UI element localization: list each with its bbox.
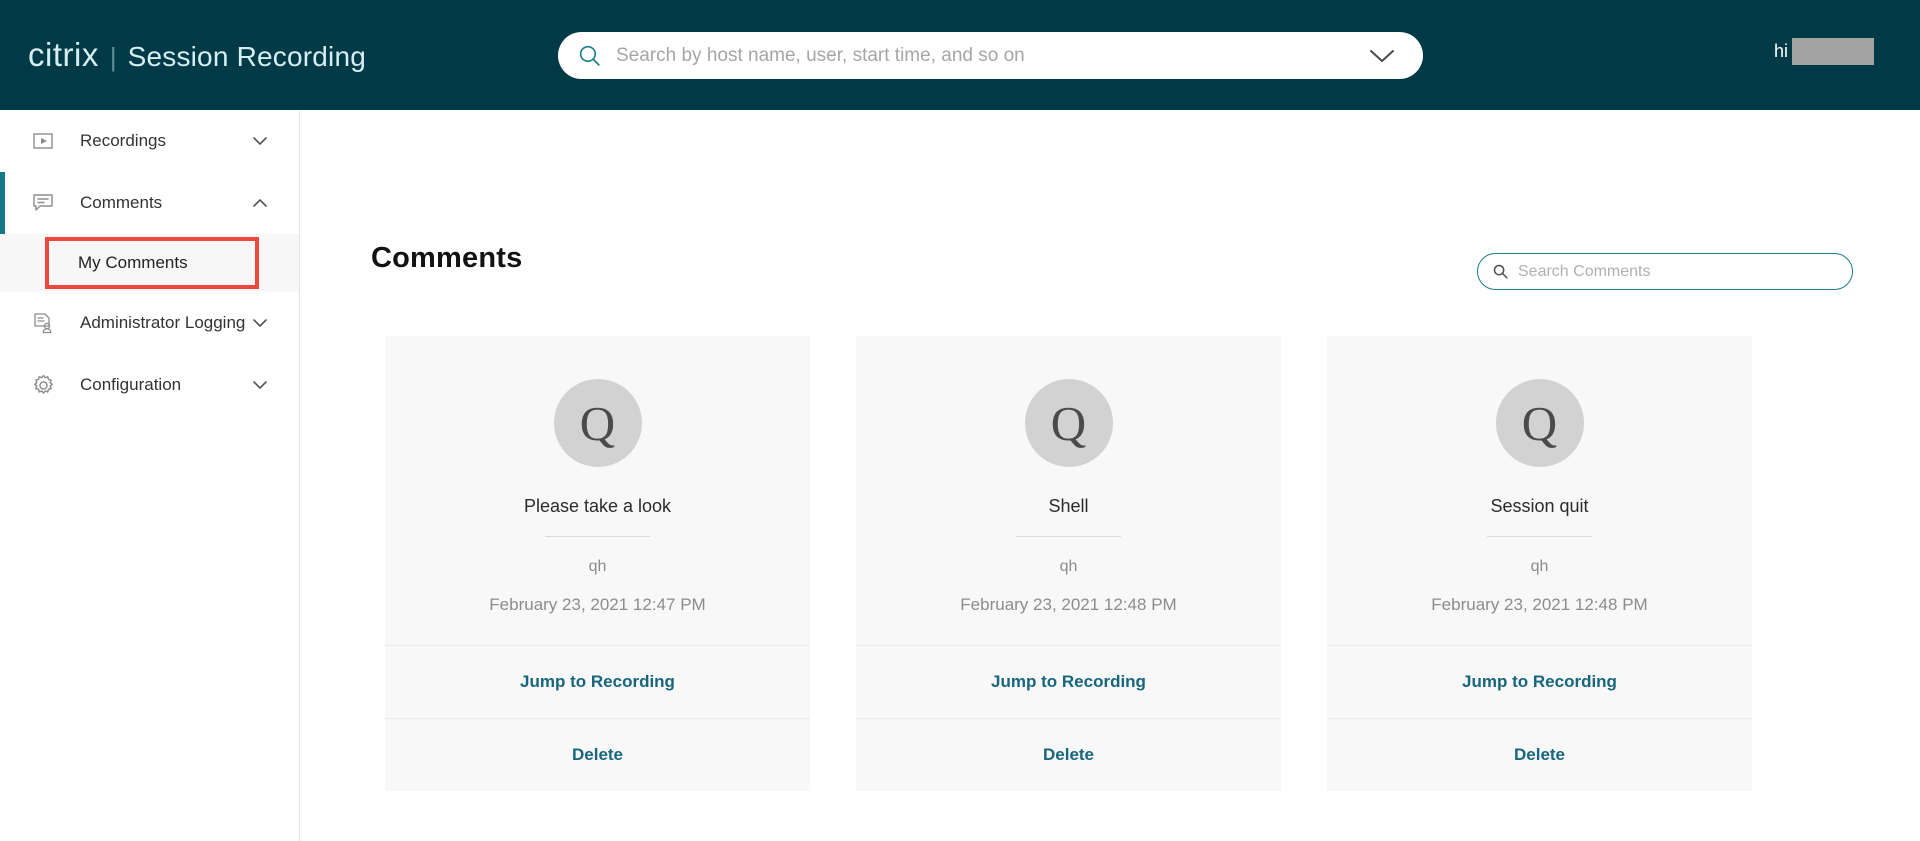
brand-logo[interactable]: citrix | Session Recording bbox=[28, 36, 458, 74]
citrix-wordmark: citrix bbox=[28, 36, 99, 73]
delete-button[interactable]: Delete bbox=[1327, 718, 1752, 791]
username-redacted bbox=[1792, 38, 1874, 65]
comment-title: Session quit bbox=[1490, 496, 1589, 516]
comment-timestamp: February 23, 2021 12:48 PM bbox=[960, 595, 1177, 614]
avatar: Q bbox=[1024, 379, 1113, 467]
comment-timestamp: February 23, 2021 12:47 PM bbox=[489, 595, 706, 614]
chevron-up-icon[interactable] bbox=[251, 197, 269, 209]
avatar: Q bbox=[553, 379, 642, 467]
delete-button[interactable]: Delete bbox=[385, 718, 810, 791]
sidebar-item-my-comments[interactable]: My Comments bbox=[0, 234, 299, 292]
play-video-icon bbox=[30, 128, 56, 154]
jump-to-recording-button[interactable]: Jump to Recording bbox=[385, 645, 810, 718]
comment-card-body: Q Shell qh February 23, 2021 12:48 PM bbox=[856, 336, 1281, 645]
sidebar-item-label: Recordings bbox=[80, 131, 166, 150]
jump-to-recording-button[interactable]: Jump to Recording bbox=[856, 645, 1281, 718]
divider bbox=[1487, 536, 1592, 537]
comment-card-grid: Q Please take a look qh February 23, 202… bbox=[385, 336, 1752, 791]
comment-card-body: Q Session quit qh February 23, 2021 12:4… bbox=[1327, 336, 1752, 645]
sidebar-nav: Recordings Comments My Comments Administ… bbox=[0, 110, 300, 841]
page-title: Comments bbox=[371, 242, 523, 274]
app-header: citrix | Session Recording hi bbox=[0, 0, 1920, 110]
search-icon bbox=[577, 43, 602, 68]
product-name: Session Recording bbox=[127, 41, 367, 72]
comment-timestamp: February 23, 2021 12:48 PM bbox=[1431, 595, 1648, 614]
comment-card-body: Q Please take a look qh February 23, 202… bbox=[385, 336, 810, 645]
sidebar-item-administrator-logging[interactable]: Administrator Logging bbox=[0, 292, 299, 354]
global-search-input[interactable] bbox=[616, 44, 1367, 67]
comment-author: qh bbox=[1059, 558, 1078, 575]
sidebar-item-label: Configuration bbox=[80, 375, 182, 394]
brand-separator: | bbox=[109, 42, 117, 72]
admin-log-icon bbox=[30, 310, 56, 336]
sidebar-item-label: Comments bbox=[80, 193, 163, 212]
jump-to-recording-button[interactable]: Jump to Recording bbox=[1327, 645, 1752, 718]
avatar: Q bbox=[1495, 379, 1584, 467]
gear-icon bbox=[30, 372, 56, 398]
comment-card: Q Session quit qh February 23, 2021 12:4… bbox=[1327, 336, 1752, 791]
chevron-down-icon[interactable] bbox=[251, 379, 269, 391]
comment-title: Shell bbox=[1048, 496, 1089, 516]
chevron-down-icon[interactable] bbox=[251, 317, 269, 329]
chevron-down-icon[interactable] bbox=[251, 135, 269, 147]
comment-title: Please take a look bbox=[523, 496, 672, 516]
comment-search-bar[interactable] bbox=[1477, 253, 1853, 290]
divider bbox=[1016, 536, 1121, 537]
sidebar-item-recordings[interactable]: Recordings bbox=[0, 110, 299, 172]
comment-card: Q Please take a look qh February 23, 202… bbox=[385, 336, 810, 791]
comment-author: qh bbox=[1530, 558, 1549, 575]
main-content: Comments Q Please take a look qh Februar… bbox=[301, 110, 1920, 841]
user-menu[interactable]: hi bbox=[1774, 38, 1874, 65]
active-accent-bar bbox=[0, 172, 5, 234]
sidebar-subitem-label: My Comments bbox=[78, 253, 188, 272]
divider bbox=[545, 536, 650, 537]
sidebar-item-comments[interactable]: Comments bbox=[0, 172, 299, 234]
search-comments-input[interactable] bbox=[1518, 262, 1842, 281]
global-search-bar[interactable] bbox=[558, 32, 1423, 79]
delete-button[interactable]: Delete bbox=[856, 718, 1281, 791]
comment-author: qh bbox=[588, 558, 607, 575]
comment-bubble-icon bbox=[30, 190, 56, 216]
comment-card: Q Shell qh February 23, 2021 12:48 PM Ju… bbox=[856, 336, 1281, 791]
chevron-down-icon[interactable] bbox=[1367, 47, 1397, 65]
sidebar-item-configuration[interactable]: Configuration bbox=[0, 354, 299, 416]
search-icon bbox=[1492, 263, 1509, 280]
user-greeting: hi bbox=[1773, 41, 1788, 61]
sidebar-item-label: Administrator Logging bbox=[80, 313, 246, 332]
